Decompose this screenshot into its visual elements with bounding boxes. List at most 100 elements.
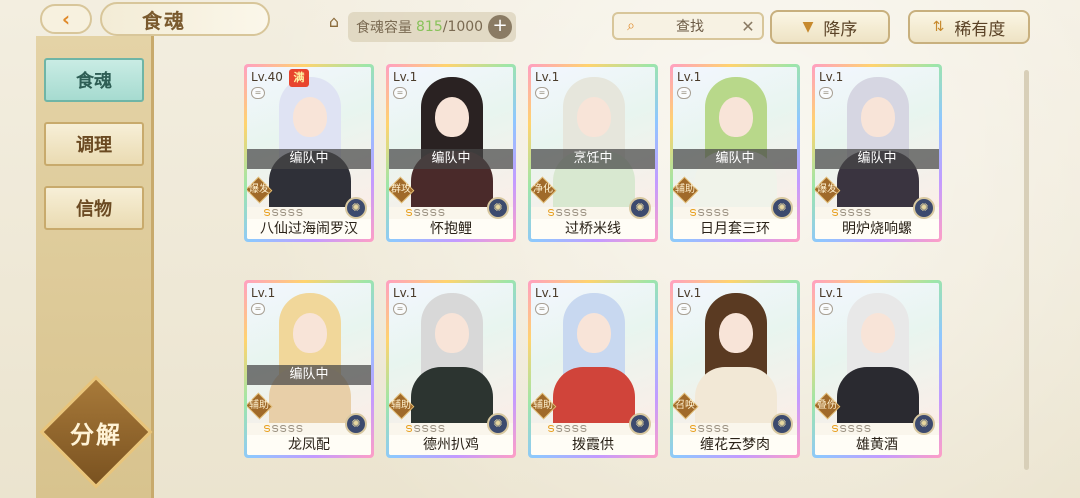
card-grid: Lv.40 满 = 编队中 爆发 ടടടടട ✺ 八仙过海闹罗汉 Lv.1 = 编队中 群攻 ടടടടട… — [244, 64, 944, 474]
role-label: 辅助 — [675, 184, 695, 195]
element-icon: ✺ — [771, 197, 793, 219]
sort-order-button[interactable]: ▼ 降序 — [770, 10, 890, 44]
card-level: Lv.1 — [393, 286, 418, 300]
element-icon: ✺ — [629, 197, 651, 219]
role-label: 爆发 — [817, 184, 837, 195]
role-label: 召唤 — [675, 400, 695, 411]
element-icon: ✺ — [487, 197, 509, 219]
star-filled-icon: ട — [263, 205, 272, 219]
card-status: 编队中 — [673, 149, 797, 169]
star-empty-icon: ട — [437, 205, 446, 219]
star-filled-icon: ട — [547, 205, 556, 219]
card-body: Lv.1 = 编队中 辅助 ടടടടട ✺ 龙凤配 — [247, 283, 371, 455]
star-empty-icon: ട — [295, 421, 304, 435]
lock-icon[interactable]: = — [819, 303, 833, 315]
food-soul-card[interactable]: Lv.1 = 辅助 ടടടടട ✺ 德州扒鸡 — [386, 280, 516, 458]
star-empty-icon: ട — [579, 421, 588, 435]
star-empty-icon: ട — [579, 205, 588, 219]
food-soul-card[interactable]: Lv.1 = 召唤 ടടടടട ✺ 缠花云梦肉 — [670, 280, 800, 458]
lock-icon[interactable]: = — [677, 303, 691, 315]
card-status: 编队中 — [247, 365, 371, 385]
star-empty-icon: ട — [413, 421, 422, 435]
scrollbar[interactable] — [1024, 70, 1029, 470]
star-empty-icon: ട — [555, 205, 564, 219]
card-body: Lv.40 满 = 编队中 爆发 ടടടടട ✺ 八仙过海闹罗汉 — [247, 67, 371, 239]
star-empty-icon: ട — [839, 421, 848, 435]
search-field[interactable]: ⌕ 查找 ✕ — [612, 12, 764, 40]
food-soul-card[interactable]: Lv.1 = 编队中 辅助 ടടടടട ✺ 龙凤配 — [244, 280, 374, 458]
role-label: 叠伤 — [817, 400, 837, 411]
food-soul-card[interactable]: Lv.40 满 = 编队中 爆发 ടടടടട ✺ 八仙过海闹罗汉 — [244, 64, 374, 242]
page-title: 食魂 — [142, 8, 186, 33]
card-status: 编队中 — [247, 149, 371, 169]
sidebar-item-label: 调理 — [76, 135, 112, 156]
lock-icon[interactable]: = — [535, 303, 549, 315]
capacity-current: 815 — [416, 19, 443, 35]
element-icon: ✺ — [345, 413, 367, 435]
sort-order-label: 降序 — [823, 19, 858, 40]
lock-icon[interactable]: = — [819, 87, 833, 99]
card-name: 日月套三环 — [673, 219, 797, 239]
role-label: 辅助 — [249, 400, 269, 411]
lock-icon[interactable]: = — [251, 87, 265, 99]
star-empty-icon: ട — [863, 421, 872, 435]
capacity-label: 食魂容量 — [356, 20, 412, 36]
sort-key-label: 稀有度 — [954, 19, 1006, 40]
sidebar-item-token[interactable]: 信物 — [44, 186, 144, 230]
character-face — [577, 313, 611, 353]
character-face — [861, 313, 895, 353]
card-level: Lv.1 — [677, 70, 702, 84]
character-outfit — [553, 367, 635, 423]
card-status: 烹饪中 — [531, 149, 655, 169]
capacity-add-button[interactable]: + — [488, 15, 512, 39]
star-filled-icon: ട — [263, 421, 272, 435]
card-level: Lv.1 — [535, 70, 560, 84]
clear-icon[interactable]: ✕ — [738, 17, 758, 36]
lock-icon[interactable]: = — [393, 303, 407, 315]
card-status: 编队中 — [389, 149, 513, 169]
star-empty-icon: ട — [271, 421, 280, 435]
home-icon[interactable]: ⌂ — [324, 12, 344, 31]
element-icon: ✺ — [629, 413, 651, 435]
star-rating: ടടടടട — [263, 421, 303, 436]
card-level: Lv.40 — [251, 70, 283, 84]
search-input[interactable]: 查找 — [642, 16, 738, 36]
lock-icon[interactable]: = — [251, 303, 265, 315]
card-name: 怀抱鲤 — [389, 219, 513, 239]
back-button[interactable]: ‹ — [40, 4, 92, 34]
food-soul-card[interactable]: Lv.1 = 烹饪中 净化 ടടടടട ✺ 过桥米线 — [528, 64, 658, 242]
sort-key-button[interactable]: ⇅ 稀有度 — [908, 10, 1030, 44]
food-soul-card[interactable]: Lv.1 = 辅助 ടടടടട ✺ 拨霞供 — [528, 280, 658, 458]
lock-icon[interactable]: = — [535, 87, 549, 99]
character-outfit — [837, 367, 919, 423]
sidebar-item-label: 食魂 — [76, 71, 112, 92]
card-body: Lv.1 = 编队中 辅助 ടടടടട ✺ 日月套三环 — [673, 67, 797, 239]
star-rating: ടടടടട — [831, 205, 871, 220]
card-name: 雄黄酒 — [815, 435, 939, 455]
character-outfit — [695, 367, 777, 423]
star-rating: ടടടടട — [405, 205, 445, 220]
character-face — [435, 97, 469, 137]
back-icon: ‹ — [61, 7, 71, 31]
character-face — [719, 313, 753, 353]
element-icon: ✺ — [913, 413, 935, 435]
food-soul-card[interactable]: Lv.1 = 编队中 群攻 ടടടടട ✺ 怀抱鲤 — [386, 64, 516, 242]
star-empty-icon: ട — [413, 205, 422, 219]
sidebar-item-food-soul[interactable]: 食魂 — [44, 58, 144, 102]
lock-icon[interactable]: = — [677, 87, 691, 99]
food-soul-card[interactable]: Lv.1 = 编队中 辅助 ടടടടട ✺ 日月套三环 — [670, 64, 800, 242]
card-name: 过桥米线 — [531, 219, 655, 239]
food-soul-card[interactable]: Lv.1 = 叠伤 ടടടടട ✺ 雄黄酒 — [812, 280, 942, 458]
max-level-badge: 满 — [289, 69, 309, 87]
food-soul-card[interactable]: Lv.1 = 编队中 爆发 ടടടടട ✺ 明炉烧响螺 — [812, 64, 942, 242]
star-filled-icon: ട — [689, 421, 698, 435]
sidebar-item-cultivate[interactable]: 调理 — [44, 122, 144, 166]
sidebar-item-label: 信物 — [76, 199, 112, 220]
star-filled-icon: ട — [547, 421, 556, 435]
card-name: 明炉烧响螺 — [815, 219, 939, 239]
lock-icon[interactable]: = — [393, 87, 407, 99]
star-empty-icon: ട — [697, 205, 706, 219]
decompose-label: 分解 — [70, 420, 122, 449]
star-empty-icon: ട — [721, 205, 730, 219]
star-rating: ടടടടട — [689, 205, 729, 220]
